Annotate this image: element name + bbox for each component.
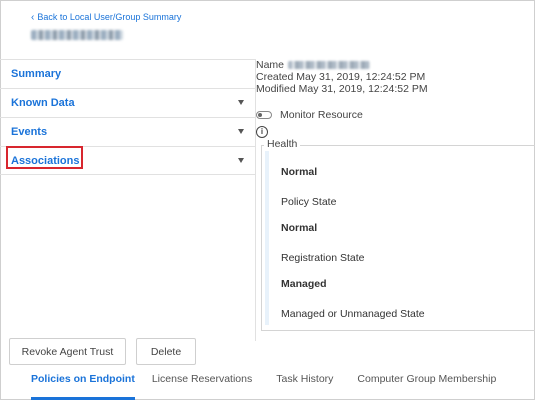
tab-bar: Policies on Endpoint License Reservation… bbox=[20, 371, 496, 400]
details-panel: Name Created May 31, 2019, 12:24:52 PM M… bbox=[256, 59, 428, 95]
redacted-title bbox=[31, 30, 123, 40]
highlight-box bbox=[6, 146, 83, 169]
registration-state-value: Managed bbox=[281, 278, 327, 290]
delete-button[interactable]: Delete bbox=[136, 338, 196, 365]
monitor-label: Monitor Resource bbox=[280, 109, 363, 121]
revoke-agent-trust-button[interactable]: Revoke Agent Trust bbox=[9, 338, 126, 365]
caret-down-icon bbox=[238, 158, 244, 163]
toggle-knob bbox=[258, 113, 262, 117]
tab-task-history[interactable]: Task History bbox=[264, 371, 345, 400]
health-accent-bar bbox=[265, 151, 269, 325]
tab-license-reservations[interactable]: License Reservations bbox=[146, 371, 264, 400]
monitor-row: Monitor Resource bbox=[256, 109, 363, 121]
managed-state-label: Managed or Unmanaged State bbox=[281, 308, 425, 320]
left-nav: Summary Known Data Events Associations bbox=[0, 59, 256, 175]
monitor-toggle[interactable] bbox=[256, 111, 272, 119]
nav-item-label: Summary bbox=[11, 68, 62, 80]
registration-state-label: Registration State bbox=[281, 252, 365, 264]
nav-item-label: Events bbox=[11, 126, 48, 138]
modified-text: Modified May 31, 2019, 12:24:52 PM bbox=[256, 83, 428, 95]
caret-down-icon bbox=[238, 100, 244, 105]
info-icon[interactable]: i bbox=[256, 126, 268, 138]
nav-item-known-data[interactable]: Known Data bbox=[0, 88, 256, 117]
vertical-divider bbox=[255, 59, 256, 341]
health-legend: Health bbox=[264, 138, 301, 150]
back-link[interactable]: ‹ Back to Local User/Group Summary bbox=[31, 12, 181, 22]
redacted-name bbox=[288, 61, 371, 70]
chevron-left-icon: ‹ bbox=[31, 11, 35, 23]
tab-computer-group-membership[interactable]: Computer Group Membership bbox=[345, 371, 496, 400]
nav-item-summary[interactable]: Summary bbox=[0, 59, 256, 88]
policy-state-label: Policy State bbox=[281, 196, 337, 208]
caret-down-icon bbox=[238, 129, 244, 134]
tab-label: Policies on Endpoint bbox=[31, 373, 135, 385]
tab-label: Computer Group Membership bbox=[357, 373, 497, 385]
nav-item-associations[interactable]: Associations bbox=[0, 146, 256, 175]
tab-label: Task History bbox=[276, 373, 334, 385]
action-buttons: Revoke Agent Trust Delete bbox=[9, 338, 196, 365]
name-row: Name bbox=[256, 59, 428, 71]
name-label: Name bbox=[256, 59, 285, 71]
nav-item-events[interactable]: Events bbox=[0, 117, 256, 146]
nav-item-label: Known Data bbox=[11, 97, 75, 109]
created-text: Created May 31, 2019, 12:24:52 PM bbox=[256, 71, 426, 83]
tab-policies-on-endpoint[interactable]: Policies on Endpoint bbox=[20, 371, 146, 400]
health-value: Normal bbox=[281, 166, 318, 178]
tab-label: License Reservations bbox=[151, 373, 253, 385]
back-link-label: Back to Local User/Group Summary bbox=[37, 12, 182, 22]
policy-state-value: Normal bbox=[281, 222, 318, 234]
